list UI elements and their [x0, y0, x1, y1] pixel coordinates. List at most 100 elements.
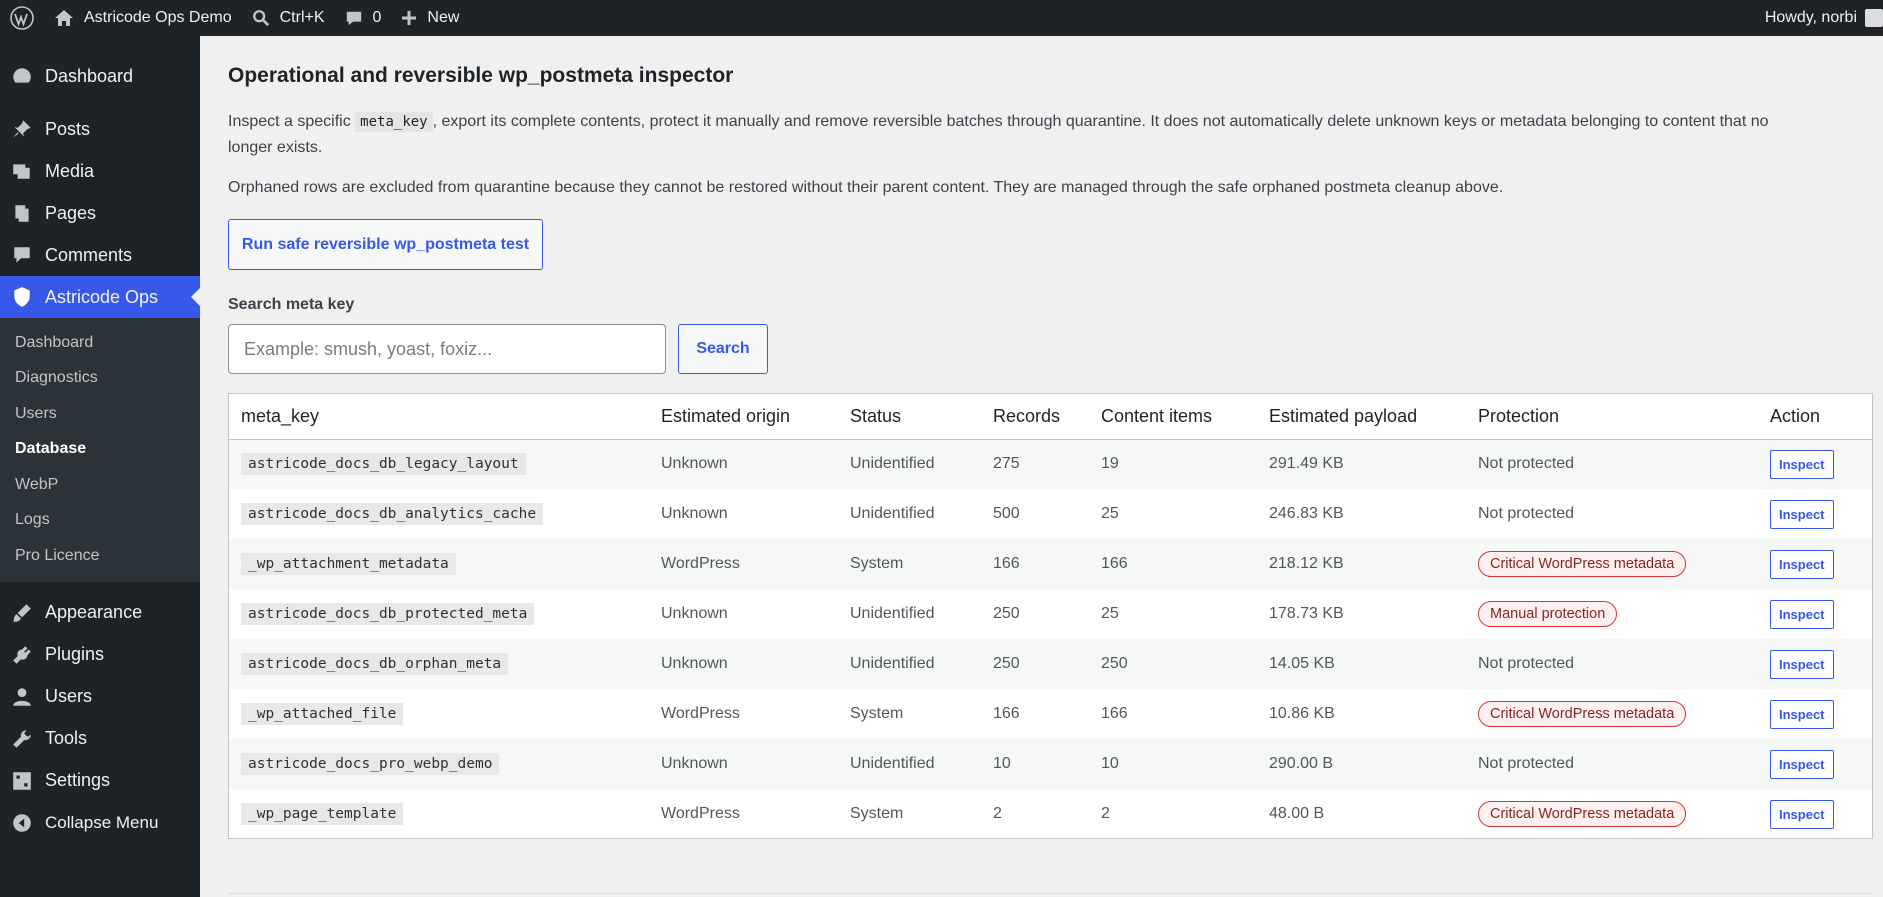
cell-payload: 178.73 KB: [1269, 605, 1344, 622]
menu-collapse[interactable]: Collapse Menu: [0, 802, 200, 844]
col-header: Action: [1758, 394, 1872, 440]
admin-bar: Astricode Ops Demo Ctrl+K 0 New Howdy, n…: [0, 0, 1883, 36]
wordpress-logo-icon[interactable]: [0, 0, 44, 36]
new-content-link[interactable]: New: [391, 0, 469, 36]
menu-posts[interactable]: Posts: [0, 108, 200, 150]
cell-action: Inspect: [1758, 789, 1872, 839]
home-icon: [55, 10, 73, 26]
submenu-dashboard[interactable]: Dashboard: [0, 325, 200, 361]
site-name-link[interactable]: Astricode Ops Demo: [44, 0, 242, 36]
col-header[interactable]: meta_key: [229, 394, 649, 440]
search-button[interactable]: Search: [678, 324, 768, 374]
meta-key-code: astricode_docs_db_legacy_layout: [241, 453, 526, 476]
cell-status: Unidentified: [850, 505, 935, 522]
menu-label: Plugins: [45, 644, 105, 664]
meta-key-code: _wp_attached_file: [241, 703, 404, 725]
cell-meta-key: astricode_docs_db_orphan_meta: [229, 639, 649, 689]
cell-action: Inspect: [1758, 439, 1872, 489]
cell-origin: Unknown: [661, 455, 728, 473]
menu-label: Astricode Ops: [45, 286, 159, 307]
cell-meta-key: astricode_docs_db_legacy_layout: [229, 439, 649, 489]
cell-protection: Critical WordPress metadata: [1466, 539, 1758, 589]
table-row: astricode_docs_db_protected_meta Unknown U…: [229, 589, 1872, 639]
wrench-icon: [10, 727, 34, 751]
submenu-pro-licence[interactable]: Pro Licence: [0, 538, 200, 574]
cell-payload: 291.49 KB: [1269, 455, 1344, 473]
inspect-button[interactable]: Inspect: [1770, 599, 1834, 629]
menu-tools[interactable]: Tools: [0, 718, 200, 760]
plug-icon: [10, 643, 34, 667]
submenu-webp[interactable]: WebP: [0, 467, 200, 503]
submenu-database[interactable]: Database: [0, 432, 200, 468]
menu-label: Appearance: [45, 602, 143, 622]
inspect-button[interactable]: Inspect: [1770, 699, 1834, 729]
submenu-users[interactable]: Users: [0, 396, 200, 432]
cell-records: 2: [993, 805, 1002, 822]
meta-key-code: astricode_docs_pro_webp_demo: [241, 753, 500, 775]
menu-dashboard[interactable]: Dashboard: [0, 55, 200, 97]
plus-icon: [402, 11, 417, 25]
table-row: astricode_docs_pro_webp_demo Unknown Unide…: [229, 739, 1872, 789]
command-search-link[interactable]: Ctrl+K: [242, 0, 335, 36]
menu-comments[interactable]: Comments: [0, 234, 200, 276]
cell-records: 275: [993, 455, 1020, 473]
col-header: Protection: [1466, 394, 1758, 440]
inspect-button[interactable]: Inspect: [1770, 449, 1834, 479]
run-test-button[interactable]: Run safe reversible wp_postmeta test: [228, 219, 543, 270]
menu-label: Collapse Menu: [45, 812, 159, 832]
cell-protection: Not protected: [1466, 439, 1758, 489]
cell-protection: Critical WordPress metadata: [1466, 689, 1758, 739]
cell-records: 166: [993, 705, 1020, 722]
submenu-diagnostics[interactable]: Diagnostics: [0, 361, 200, 397]
protection-text: Not protected: [1478, 505, 1575, 522]
description-secondary: Orphaned rows are excluded from quaranti…: [228, 179, 1504, 196]
col-header: Estimated payload: [1257, 394, 1466, 440]
cell-content-items: 250: [1101, 655, 1128, 672]
menu-settings[interactable]: Settings: [0, 760, 200, 802]
inspect-button[interactable]: Inspect: [1770, 549, 1834, 579]
footer-divider: [228, 893, 1873, 894]
inspect-button[interactable]: Inspect: [1770, 499, 1834, 529]
inspect-button[interactable]: Inspect: [1770, 749, 1834, 779]
desc-text-after: , export its complete contents, protect …: [228, 113, 1769, 156]
cell-origin: WordPress: [661, 805, 740, 822]
menu-pages[interactable]: Pages: [0, 192, 200, 234]
cell-action: Inspect: [1758, 739, 1872, 789]
menu-users[interactable]: Users: [0, 676, 200, 718]
cell-protection: Not protected: [1466, 639, 1758, 689]
cell-status: System: [850, 555, 904, 572]
inspect-button[interactable]: Inspect: [1770, 649, 1834, 679]
cell-content-items: 25: [1101, 605, 1119, 622]
cell-payload: 246.83 KB: [1269, 505, 1344, 522]
menu-astricode-ops[interactable]: Astricode Ops: [0, 276, 200, 318]
menu-media[interactable]: Media: [0, 150, 200, 192]
cell-content-items: 25: [1101, 505, 1119, 522]
cell-status: System: [850, 705, 904, 722]
cell-origin: WordPress: [661, 555, 740, 572]
cell-content-items: 2: [1101, 805, 1110, 822]
cell-protection: Critical WordPress metadata: [1466, 789, 1758, 839]
cell-action: Inspect: [1758, 589, 1872, 639]
cell-origin: Unknown: [661, 655, 728, 672]
cell-protection: Manual protection: [1466, 589, 1758, 639]
protection-text: Not protected: [1478, 655, 1575, 672]
description-primary: Inspect a specific meta_key, export its …: [228, 109, 1788, 161]
protection-badge: Critical WordPress metadata: [1478, 551, 1687, 577]
col-header: Estimated origin: [649, 394, 838, 440]
inspect-button[interactable]: Inspect: [1770, 799, 1834, 829]
submenu-logs[interactable]: Logs: [0, 503, 200, 539]
cell-meta-key: _wp_attached_file: [229, 689, 649, 739]
meta-key-table: meta_key Estimated origin Status Records…: [228, 393, 1873, 839]
settings-icon: [10, 769, 34, 793]
meta-key-search-input[interactable]: [228, 324, 666, 374]
meta-key-code: _wp_page_template: [241, 803, 404, 825]
menu-appearance[interactable]: Appearance: [0, 592, 200, 634]
cell-content-items: 166: [1101, 555, 1128, 572]
my-account-link[interactable]: Howdy, norbi: [1755, 0, 1883, 36]
cell-origin: Unknown: [661, 505, 728, 522]
comments-link[interactable]: 0: [335, 0, 392, 36]
admin-sidebar: Dashboard Posts Media Pages Comments Ast…: [0, 36, 200, 897]
howdy-text: Howdy, norbi: [1764, 9, 1857, 26]
menu-plugins[interactable]: Plugins: [0, 634, 200, 676]
new-label: New: [427, 9, 460, 26]
